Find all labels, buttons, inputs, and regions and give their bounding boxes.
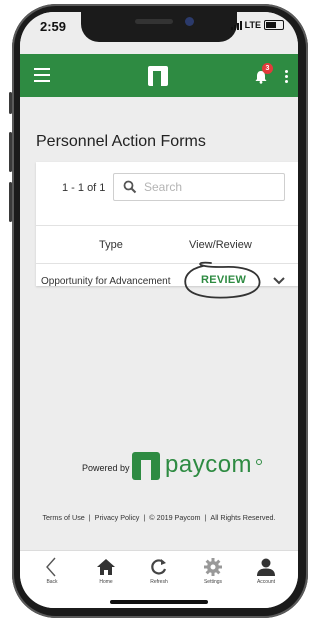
tab-label: Settings [203,579,223,585]
tab-label: Refresh [150,579,168,585]
powered-by-label: Powered by [82,463,130,473]
paycom-wordmark: paycom [165,451,253,478]
chevron-down-icon[interactable] [273,277,285,285]
column-header-view-review: View/Review [189,239,252,251]
silent-switch [9,92,12,114]
search-box[interactable] [113,173,285,201]
front-camera [185,17,194,26]
tab-label: Back [46,579,58,585]
refresh-icon [151,559,167,575]
app-screen: 2:59 LTE 3 Personnel Action Forms 1 - 1 … [20,12,298,608]
notification-badge: 3 [262,63,273,74]
registered-mark-icon [256,459,262,465]
table-row[interactable]: Opportunity for Advancement REVIEW [36,261,298,299]
notch [81,12,237,42]
footer-separator: | [143,513,146,522]
home-icon [97,559,115,575]
terms-of-use-link[interactable]: Terms of Use [41,513,85,522]
tab-label: Account [256,579,276,585]
tab-home[interactable]: Home [86,557,126,585]
more-options-icon[interactable] [285,70,289,83]
tab-refresh[interactable]: Refresh [139,557,179,585]
footer-separator: | [88,513,91,522]
battery-icon [264,20,284,30]
gear-icon [204,558,222,576]
paycom-mark-icon [132,452,160,480]
row-type-label: Opportunity for Advancement [41,276,171,287]
result-count: 1 - 1 of 1 [62,182,106,194]
column-header-type: Type [99,239,123,251]
page-title: Personnel Action Forms [36,133,206,150]
app-bar: 3 [20,54,298,97]
powered-by-branding: Powered by paycom [20,446,298,486]
status-bar: 2:59 LTE [20,12,298,54]
person-icon [257,558,275,576]
signal-icon [230,20,242,30]
tab-label: Home [99,579,113,585]
review-button[interactable]: REVIEW [201,274,246,286]
status-right: LTE [230,20,284,30]
volume-down-button [9,182,12,222]
tab-settings[interactable]: Settings [193,557,233,585]
paycom-logo-icon[interactable] [148,66,168,86]
table-header: Type View/Review [36,225,298,264]
hamburger-menu-icon[interactable] [34,68,50,82]
tab-back[interactable]: Back [32,557,72,585]
tab-account[interactable]: Account [246,557,286,585]
rights-text: All Rights Reserved. [210,513,276,522]
volume-up-button [9,132,12,172]
footer-links: Terms of Use | Privacy Policy | © 2019 P… [20,513,298,522]
home-indicator [110,600,208,604]
footer-separator: | [204,513,207,522]
search-input[interactable] [144,178,274,196]
copyright-text: © 2019 Paycom [149,513,201,522]
status-time: 2:59 [40,19,67,34]
back-chevron-icon [46,557,56,577]
forms-card: 1 - 1 of 1 Type View/Review Opportunity … [36,162,298,299]
search-icon [123,180,137,194]
privacy-policy-link[interactable]: Privacy Policy [94,513,141,522]
network-label: LTE [244,20,261,30]
speaker-grille [135,19,173,24]
